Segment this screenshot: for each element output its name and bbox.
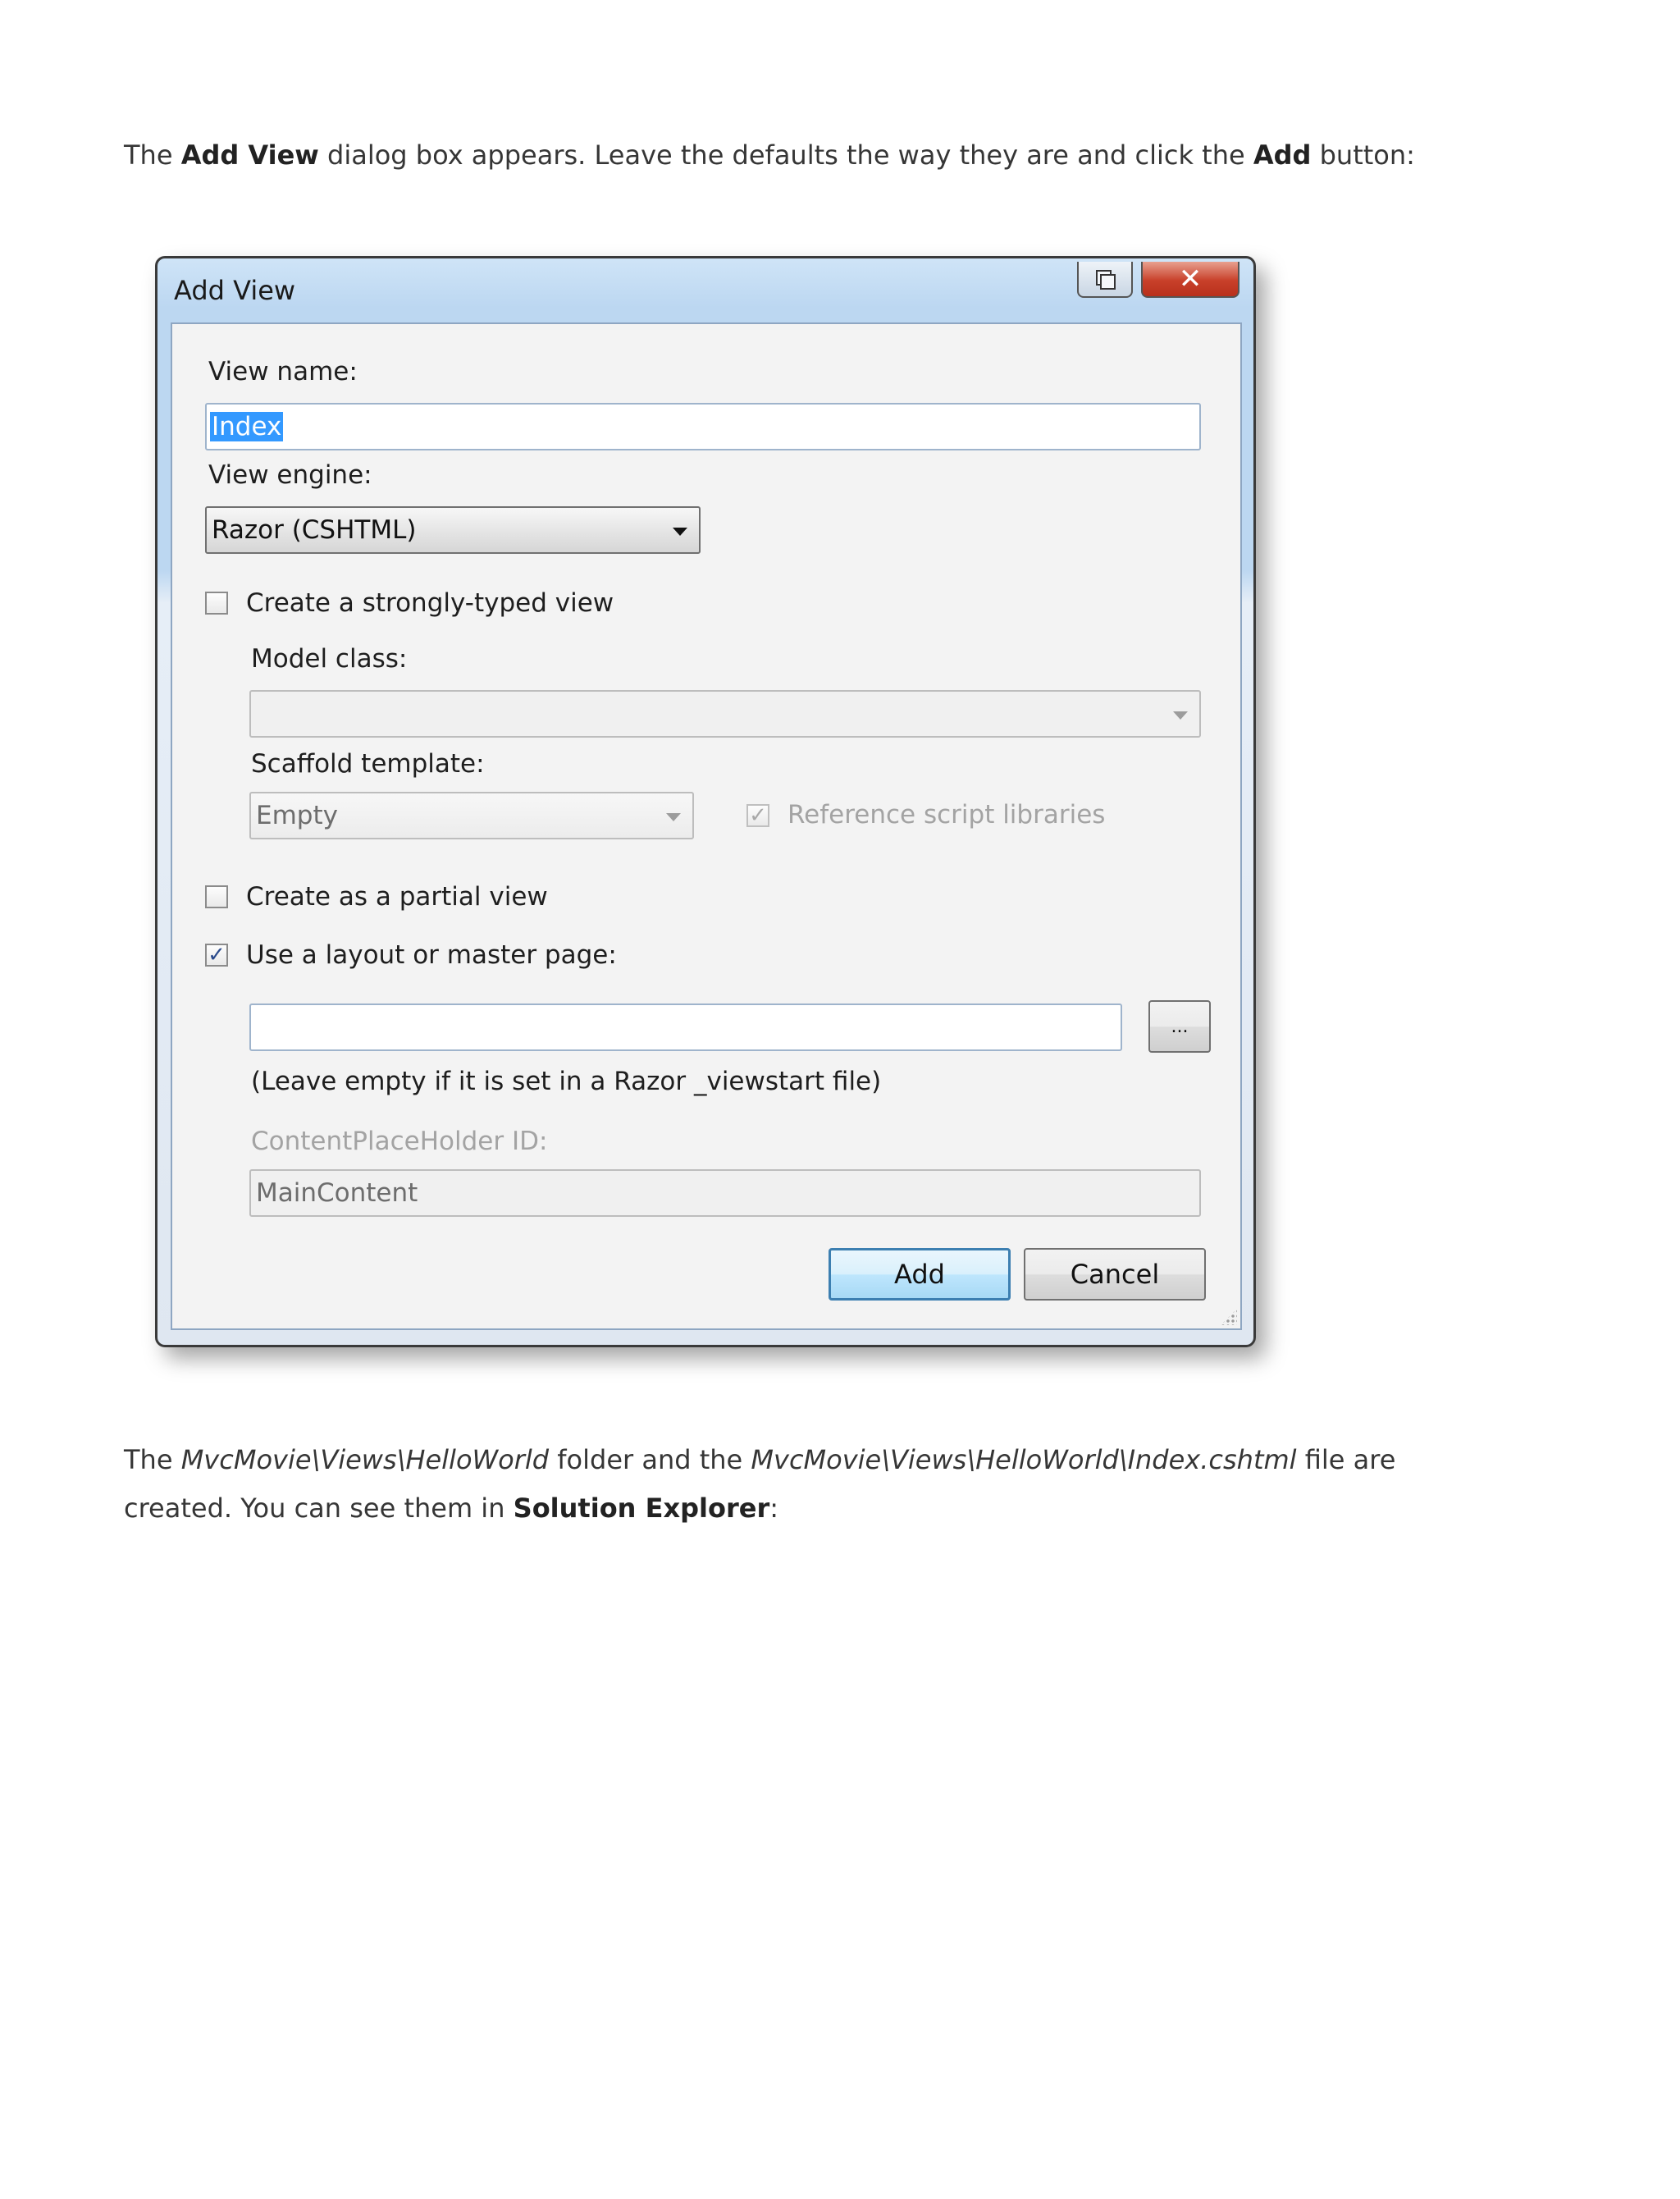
chevron-down-icon xyxy=(1173,711,1188,720)
intro-text: button: xyxy=(1311,139,1415,171)
content-placeholder-label: ContentPlaceHolder ID: xyxy=(251,1127,548,1156)
scaffold-template-value: Empty xyxy=(256,801,338,830)
view-engine-label: View engine: xyxy=(208,460,372,490)
scaffold-template-select[interactable]: Empty xyxy=(249,792,694,839)
scaffold-template-label: Scaffold template: xyxy=(251,749,485,779)
view-name-value: Index xyxy=(210,412,284,441)
outro-text: : xyxy=(769,1493,778,1524)
strongly-typed-checkbox[interactable] xyxy=(205,592,228,615)
strongly-typed-label: Create a strongly-typed view xyxy=(246,588,614,618)
close-icon: ✕ xyxy=(1178,263,1203,295)
content-placeholder-input[interactable]: MainContent xyxy=(249,1169,1201,1217)
intro-paragraph: The Add View dialog box appears. Leave t… xyxy=(124,131,1415,180)
view-engine-value: Razor (CSHTML) xyxy=(212,515,417,545)
view-name-input[interactable]: Index xyxy=(205,403,1201,450)
layout-hint: (Leave empty if it is set in a Razor _vi… xyxy=(251,1067,882,1096)
view-name-label: View name: xyxy=(208,357,358,386)
outro-italic-folder: MvcMovie\Views\HelloWorld xyxy=(180,1444,550,1475)
outro-italic-file: MvcMovie\Views\HelloWorld\Index.cshtml xyxy=(751,1444,1297,1475)
add-button[interactable]: Add xyxy=(829,1248,1011,1301)
add-view-dialog: Add View ✕ View name: Index View engine:… xyxy=(155,256,1256,1347)
partial-view-checkbox[interactable] xyxy=(205,885,228,908)
reference-scripts-checkbox[interactable]: ✓ xyxy=(746,804,769,827)
restore-button[interactable] xyxy=(1077,262,1133,298)
outro-text: folder and the xyxy=(549,1444,751,1475)
dialog-title: Add View xyxy=(174,275,296,306)
intro-text: The xyxy=(124,139,181,171)
check-icon: ✓ xyxy=(208,943,226,967)
dialog-client-area: View name: Index View engine: Razor (CSH… xyxy=(171,322,1242,1330)
intro-bold-add-view: Add View xyxy=(180,139,319,171)
check-icon: ✓ xyxy=(749,803,767,828)
resize-grip-icon[interactable] xyxy=(1221,1309,1237,1325)
reference-scripts-label: Reference script libraries xyxy=(788,800,1106,830)
partial-view-label: Create as a partial view xyxy=(246,882,548,912)
chevron-down-icon xyxy=(673,528,687,536)
outro-text: The xyxy=(124,1444,181,1475)
model-class-label: Model class: xyxy=(251,644,408,674)
intro-text: dialog box appears. Leave the defaults t… xyxy=(318,139,1253,171)
layout-checkbox[interactable]: ✓ xyxy=(205,944,228,967)
browse-button[interactable]: ... xyxy=(1148,1000,1211,1053)
restore-icon xyxy=(1096,270,1116,290)
view-engine-select[interactable]: Razor (CSHTML) xyxy=(205,506,701,554)
layout-label: Use a layout or master page: xyxy=(246,940,617,970)
layout-path-input[interactable] xyxy=(249,1003,1122,1051)
model-class-select[interactable] xyxy=(249,690,1201,738)
chevron-down-icon xyxy=(666,813,681,821)
outro-paragraph: The MvcMovie\Views\HelloWorld folder and… xyxy=(124,1436,1469,1533)
close-button[interactable]: ✕ xyxy=(1141,262,1239,298)
content-placeholder-value: MainContent xyxy=(256,1178,418,1208)
outro-bold-solution-explorer: Solution Explorer xyxy=(513,1493,770,1524)
intro-bold-add: Add xyxy=(1253,139,1312,171)
cancel-button[interactable]: Cancel xyxy=(1024,1248,1206,1301)
